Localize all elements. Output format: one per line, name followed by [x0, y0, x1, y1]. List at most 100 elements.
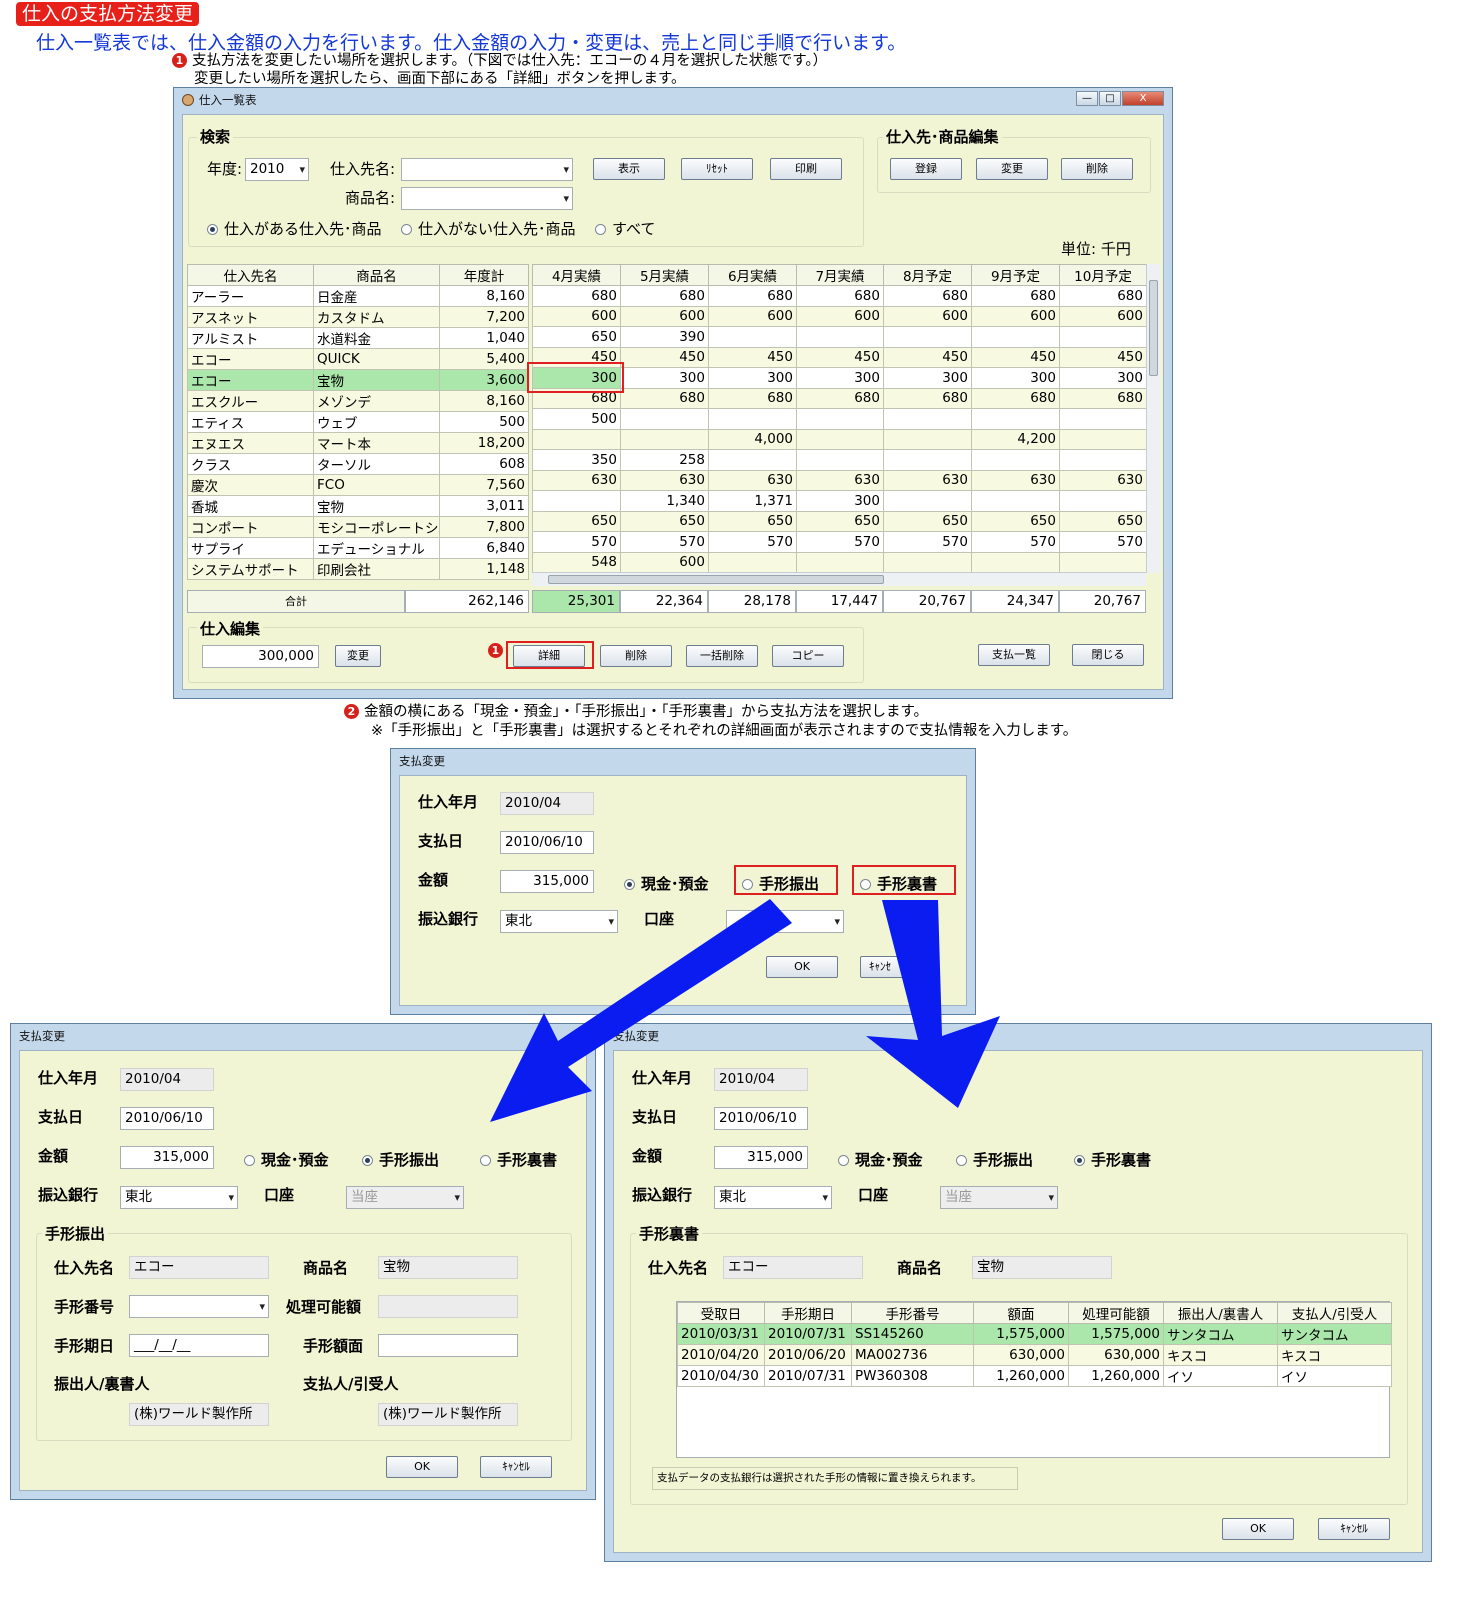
product-cell[interactable]: 水道料金 — [313, 327, 440, 349]
amount-field[interactable]: 315,000 — [500, 870, 594, 893]
note-cell[interactable]: 1,260,000 — [973, 1365, 1069, 1387]
table-row[interactable]: 500 — [532, 408, 1147, 430]
supplier-cell[interactable]: エティス — [187, 411, 314, 433]
amount-field[interactable]: 315,000 — [714, 1146, 808, 1169]
note-cell[interactable]: 2010/07/31 — [764, 1365, 852, 1387]
month-cell[interactable]: 600 — [620, 305, 709, 327]
table-row[interactable]: システムサポート 印刷会社 1,148 — [187, 558, 529, 580]
detail-button[interactable]: 詳細 — [513, 645, 585, 667]
pay-date-field[interactable]: 2010/06/10 — [120, 1107, 214, 1130]
note-cell[interactable]: 1,575,000 — [973, 1323, 1069, 1345]
radio-note-endorse[interactable]: 手形裏書 — [1074, 1149, 1151, 1170]
supplier-cell[interactable]: エスクルー — [187, 390, 314, 412]
bank-select[interactable]: 東北 — [714, 1186, 832, 1209]
table-row[interactable]: 4,000 4,200 — [532, 428, 1147, 450]
month-cell[interactable]: 300 — [883, 367, 972, 389]
month-cell[interactable] — [971, 490, 1060, 512]
month-cell[interactable]: 680 — [883, 387, 972, 409]
edit-button[interactable]: 変更 — [976, 158, 1048, 180]
month-cell[interactable]: 650 — [532, 510, 621, 532]
column-header[interactable]: 10月予定 — [1059, 264, 1147, 286]
product-cell[interactable]: モシコーポレートショ — [313, 516, 440, 538]
month-cell[interactable]: 600 — [708, 305, 797, 327]
month-cell[interactable]: 630 — [883, 469, 972, 491]
supplier-cell[interactable]: コンポート — [187, 516, 314, 538]
month-cell[interactable]: 300 — [1059, 367, 1147, 389]
note-cell[interactable]: 2010/04/30 — [677, 1365, 765, 1387]
month-cell[interactable]: 680 — [708, 285, 797, 307]
month-cell[interactable]: 300 — [796, 490, 884, 512]
table-row[interactable]: 570 570 570 570 570 570 570 — [532, 531, 1147, 553]
bank-select[interactable]: 東北 — [120, 1186, 238, 1209]
month-cell[interactable]: 650 — [796, 510, 884, 532]
month-cell[interactable]: 390 — [620, 326, 709, 348]
due-date-field[interactable]: ___/__/__ — [129, 1334, 269, 1357]
table-row[interactable]: エスクルー メゾンデ 8,160 — [187, 390, 529, 412]
note-cell[interactable]: 1,575,000 — [1068, 1323, 1164, 1345]
supplier-cell[interactable]: アスネット — [187, 306, 314, 328]
month-cell[interactable]: 630 — [796, 469, 884, 491]
year-total-cell[interactable]: 8,160 — [439, 390, 529, 412]
cancel-button[interactable]: ｷｬﾝｾ — [860, 956, 916, 978]
product-cell[interactable]: エデューショナル — [313, 537, 440, 559]
product-cell[interactable]: 宝物 — [313, 369, 440, 391]
month-cell[interactable]: 350 — [532, 449, 621, 471]
month-cell[interactable] — [708, 326, 797, 348]
print-button[interactable]: 印刷 — [770, 158, 842, 180]
table-row[interactable]: コンポート モシコーポレートショ 7,800 — [187, 516, 529, 538]
month-cell[interactable] — [883, 326, 972, 348]
table-row[interactable]: 650 390 — [532, 326, 1147, 348]
month-cell[interactable] — [796, 326, 884, 348]
supplier-cell[interactable]: サプライ — [187, 537, 314, 559]
maximize-icon[interactable]: □ — [1099, 91, 1121, 106]
column-header[interactable]: 手形番号 — [851, 1302, 974, 1324]
year-total-cell[interactable]: 6,840 — [439, 537, 529, 559]
bulk-delete-button[interactable]: 一括削除 — [686, 645, 758, 667]
column-header[interactable]: 振出人/裏書人 — [1163, 1302, 1278, 1324]
month-cell[interactable] — [620, 428, 709, 450]
month-cell[interactable] — [620, 408, 709, 430]
account-select[interactable]: 当座 — [940, 1186, 1058, 1209]
radio-all[interactable]: すべて — [595, 218, 655, 239]
note-cell[interactable]: MA002736 — [851, 1344, 974, 1366]
month-cell[interactable]: 450 — [620, 346, 709, 368]
product-cell[interactable]: ターソル — [313, 453, 440, 475]
column-header[interactable]: 7月実績 — [796, 264, 884, 286]
month-cell[interactable] — [532, 490, 621, 512]
month-cell[interactable]: 680 — [971, 387, 1060, 409]
month-cell[interactable]: 600 — [883, 305, 972, 327]
table-row[interactable]: 2010/03/31 2010/07/31 SS145260 1,575,000 1,5… — [677, 1323, 1392, 1345]
month-cell[interactable] — [971, 408, 1060, 430]
month-cell[interactable]: 650 — [1059, 510, 1147, 532]
month-cell[interactable]: 650 — [708, 510, 797, 532]
note-cell[interactable]: キスコ — [1277, 1344, 1392, 1366]
month-cell[interactable] — [708, 449, 797, 471]
note-cell[interactable]: サンタコム — [1277, 1323, 1392, 1345]
year-total-cell[interactable]: 1,040 — [439, 327, 529, 349]
month-cell[interactable] — [532, 428, 621, 450]
month-cell[interactable]: 600 — [971, 305, 1060, 327]
radio-without-purchases[interactable]: 仕入がない仕入先･商品 — [401, 218, 576, 239]
supplier-cell[interactable]: アーラー — [187, 285, 314, 307]
column-header[interactable]: 8月予定 — [883, 264, 972, 286]
radio-note-endorse[interactable]: 手形裏書 — [480, 1149, 557, 1170]
month-cell[interactable]: 600 — [532, 305, 621, 327]
table-row[interactable]: 2010/04/20 2010/06/20 MA002736 630,000 630,0… — [677, 1344, 1392, 1366]
month-cell[interactable]: 600 — [796, 305, 884, 327]
column-header[interactable]: 仕入先名 — [187, 264, 314, 286]
table-row[interactable]: 450 450 450 450 450 450 450 — [532, 346, 1147, 368]
month-cell[interactable]: 4,000 — [708, 428, 797, 450]
note-cell[interactable]: イソ — [1163, 1365, 1278, 1387]
month-cell[interactable]: 450 — [1059, 346, 1147, 368]
supplier-cell[interactable]: 慶次 — [187, 474, 314, 496]
table-row[interactable]: 2010/04/30 2010/07/31 PW360308 1,260,000 1,2… — [677, 1365, 1392, 1387]
month-cell[interactable] — [796, 428, 884, 450]
pay-date-field[interactable]: 2010/06/10 — [500, 831, 594, 854]
table-row[interactable]: 600 600 600 600 600 600 600 — [532, 305, 1147, 327]
table-row[interactable]: サプライ エデューショナル 6,840 — [187, 537, 529, 559]
note-cell[interactable]: イソ — [1277, 1365, 1392, 1387]
column-header[interactable]: 6月実績 — [708, 264, 797, 286]
month-cell[interactable]: 548 — [532, 551, 621, 573]
month-cell[interactable]: 570 — [971, 531, 1060, 553]
month-cell[interactable]: 680 — [532, 285, 621, 307]
